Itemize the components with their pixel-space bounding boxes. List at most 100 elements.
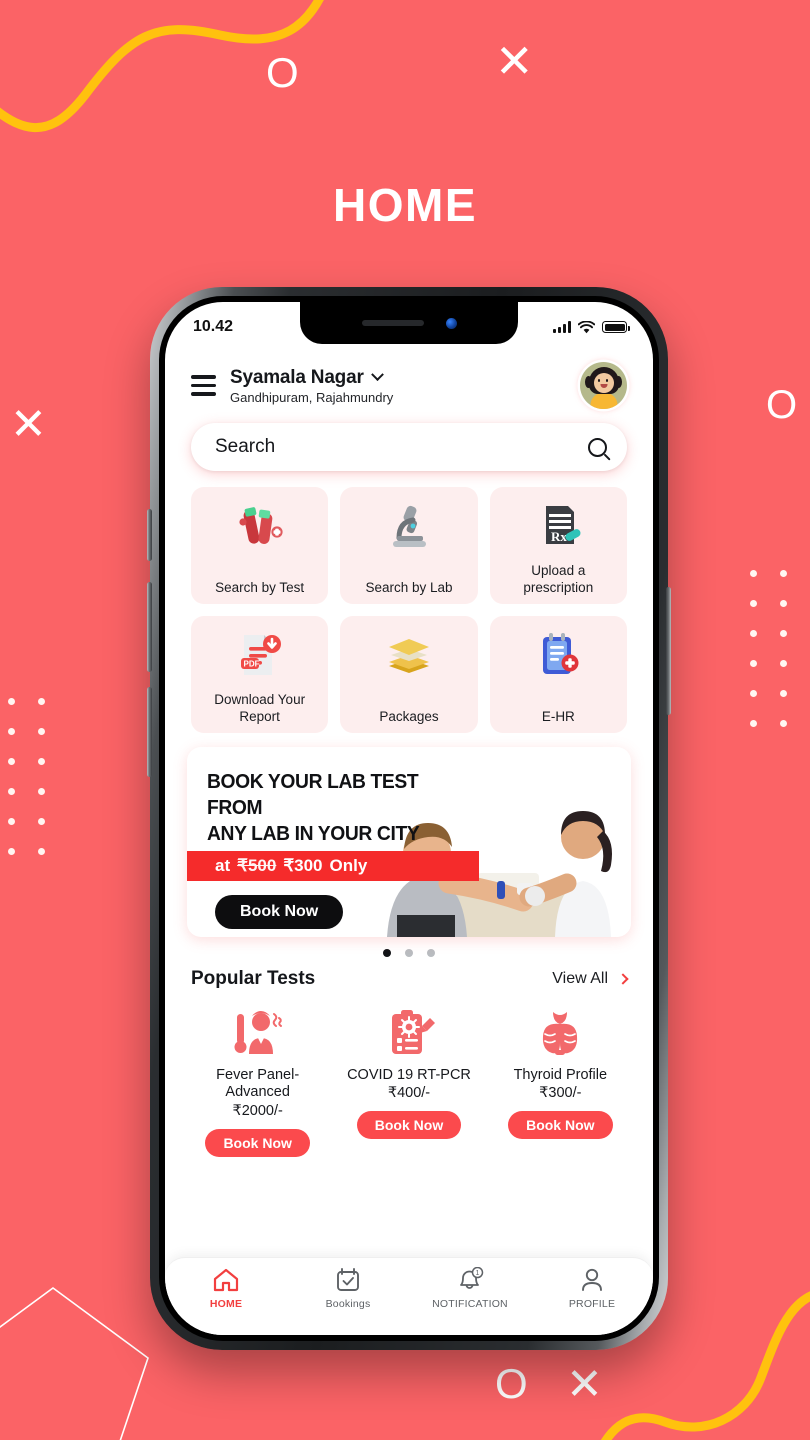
status-bar: 10.42: [165, 302, 653, 352]
nav-label: Bookings: [325, 1298, 371, 1310]
nav-label: NOTIFICATION: [432, 1298, 508, 1310]
search-bar[interactable]: [191, 423, 627, 471]
banner-headline-line1: BOOK YOUR LAB TEST FROM: [207, 770, 419, 819]
phone-screen: 10.42 Syamala Nagar Gandhipuram, Rajahmu…: [165, 302, 653, 1335]
popular-tests-title: Popular Tests: [191, 968, 316, 989]
popular-tests-header: Popular Tests View All: [165, 957, 653, 990]
stacked-layers-icon: [383, 627, 435, 683]
app-header: Syamala Nagar Gandhipuram, Rajahmundry: [165, 352, 653, 409]
popular-test-price: ₹300/-: [539, 1085, 582, 1102]
volume-up-button[interactable]: [147, 582, 152, 672]
tile-search-by-test[interactable]: Search by Test: [191, 487, 329, 604]
carousel-dot-3[interactable]: [427, 949, 435, 957]
avatar-face: [593, 373, 614, 393]
circle-glyph-top: O: [266, 49, 299, 96]
notification-badge-count: 1: [476, 1270, 480, 1277]
tile-packages[interactable]: Packages: [340, 616, 478, 733]
status-time: 10.42: [193, 318, 234, 335]
avatar-mouth: [600, 384, 607, 388]
popular-test-name: COVID 19 RT-PCR: [347, 1067, 471, 1083]
hamburger-menu-icon[interactable]: [191, 375, 216, 396]
popular-test-card[interactable]: Thyroid Profile ₹300/- Book Now: [488, 1003, 633, 1157]
nav-item-home[interactable]: HOME: [165, 1267, 287, 1310]
svg-text:Rx: Rx: [551, 529, 567, 544]
avatar-body: [590, 393, 617, 409]
popular-test-card[interactable]: Fever Panel-Advanced ₹2000/- Book Now: [185, 1003, 330, 1157]
nav-item-profile[interactable]: PROFILE: [531, 1267, 653, 1310]
search-input[interactable]: [215, 436, 588, 458]
cross-glyph-bottom: ✕: [566, 1360, 603, 1409]
banner-book-now-button[interactable]: Book Now: [215, 895, 344, 929]
popular-book-now-button[interactable]: Book Now: [205, 1128, 310, 1157]
popular-test-price: ₹2000/-: [232, 1102, 283, 1119]
phone-mockup: 10.42 Syamala Nagar Gandhipuram, Rajahmu…: [147, 287, 671, 1350]
page-title: HOME: [333, 179, 477, 231]
carousel-dots: [187, 937, 631, 957]
nav-label: PROFILE: [568, 1298, 616, 1310]
top-yellow-wave-icon: [0, 0, 324, 133]
view-all-label: View All: [552, 970, 608, 987]
popular-tests-grid: Fever Panel-Advanced ₹2000/- Book Now CO…: [165, 990, 653, 1157]
pdf-download-icon: PDF: [234, 627, 286, 683]
popular-test-name: Thyroid Profile: [513, 1067, 608, 1083]
location-name: Syamala Nagar: [230, 366, 364, 388]
avatar[interactable]: [580, 362, 627, 409]
location-row: Syamala Nagar: [230, 367, 566, 389]
person-icon: [582, 1268, 602, 1291]
popular-test-name: Fever Panel-Advanced: [216, 1067, 300, 1101]
popular-book-now-button[interactable]: Book Now: [508, 1111, 613, 1140]
view-all-link[interactable]: View All: [552, 970, 629, 988]
tile-search-by-lab[interactable]: Search by Lab: [340, 487, 478, 604]
tile-label: E-HR: [541, 708, 575, 724]
fever-thermometer-icon: [231, 1003, 285, 1058]
svg-text:PDF: PDF: [243, 660, 259, 669]
microscope-icon: [383, 498, 435, 554]
banner-offer-strip: at ₹500 ₹300 Only: [187, 851, 479, 881]
signal-bars-icon: [553, 321, 571, 333]
location-address: Gandhipuram, Rajahmundry: [230, 389, 394, 405]
popular-book-now-button[interactable]: Book Now: [356, 1111, 462, 1140]
promo-banner[interactable]: BOOK YOUR LAB TEST FROM ANY LAB IN YOUR …: [187, 747, 631, 937]
banner-headline-line2: ANY LAB IN YOUR CITY: [207, 821, 420, 845]
circle-glyph-bottom: O: [495, 1360, 528, 1407]
bell-icon: 1: [460, 1267, 484, 1289]
tile-upload-prescription[interactable]: Rx Upload a prescription: [489, 487, 627, 604]
pentagon-outline-icon: [0, 1287, 149, 1440]
tile-label: Search by Test: [215, 579, 305, 595]
popular-test-card[interactable]: COVID 19 RT-PCR ₹400/- Book Now: [336, 1003, 481, 1157]
service-tiles-grid: Search by Test Search by Lab Rx Upload a…: [165, 471, 653, 733]
volume-down-button[interactable]: [147, 687, 152, 777]
calendar-check-icon: [337, 1268, 359, 1291]
tile-label: Upload a prescription: [523, 563, 594, 595]
chevron-right-icon: [617, 973, 629, 985]
promo-banner-section: BOOK YOUR LAB TEST FROM ANY LAB IN YOUR …: [165, 733, 653, 957]
nav-item-bookings[interactable]: Bookings: [287, 1267, 409, 1310]
nav-label: HOME: [209, 1298, 243, 1310]
search-section: [165, 409, 653, 471]
cross-glyph-top: ✕: [495, 35, 534, 87]
left-dot-grid: [8, 698, 45, 855]
circle-glyph-right: O: [766, 383, 798, 427]
popular-test-price: ₹400/-: [387, 1085, 431, 1102]
right-dot-grid: [750, 570, 810, 727]
bottom-navigation: HOME Bookings 1 NOTIFICATION PROFILE: [165, 1257, 653, 1335]
carousel-dot-1[interactable]: [383, 949, 391, 957]
phone-bezel: 10.42 Syamala Nagar Gandhipuram, Rajahmu…: [159, 296, 659, 1341]
tile-download-report[interactable]: PDF Download Your Report: [191, 616, 329, 733]
nav-item-notification[interactable]: 1 NOTIFICATION: [409, 1267, 531, 1310]
mute-switch[interactable]: [147, 509, 152, 561]
carousel-dot-2[interactable]: [405, 949, 413, 957]
location-selector[interactable]: Syamala Nagar Gandhipuram, Rajahmundry: [230, 367, 566, 405]
battery-full-icon: [602, 321, 630, 333]
power-button[interactable]: [666, 587, 671, 715]
search-icon[interactable]: [588, 437, 607, 457]
chevron-down-icon[interactable]: [370, 368, 384, 382]
status-indicators: [553, 320, 630, 334]
tile-label: Search by Lab: [365, 579, 453, 595]
home-icon: [213, 1268, 239, 1292]
tile-label: Download Your Report: [214, 692, 306, 724]
banner-headline: BOOK YOUR LAB TEST FROM ANY LAB IN YOUR …: [207, 769, 477, 846]
tile-label: Packages: [379, 708, 439, 724]
price-old: ₹500: [237, 856, 277, 875]
tile-ehr[interactable]: E-HR: [489, 616, 627, 733]
